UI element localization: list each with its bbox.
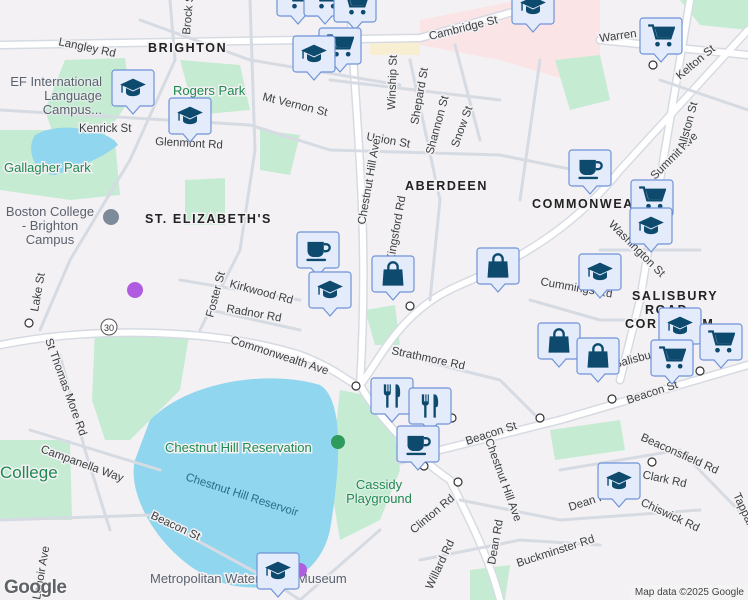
map-label: College — [0, 463, 58, 482]
label-salisbury: SALISBURY — [632, 289, 718, 303]
map-label: Kenrick St — [79, 123, 132, 135]
map-label: Chestnut Hill Reservation — [165, 440, 312, 455]
map-label: Tappan St — [730, 491, 748, 544]
shopping-cart-marker — [639, 17, 683, 63]
shopping-cart-marker — [333, 0, 377, 31]
map-label: Mt Vernon St — [261, 91, 329, 119]
graduation-cap-marker — [168, 97, 212, 143]
map-label: Commonwealth Ave — [229, 334, 330, 377]
map-label: Gallagher Park — [4, 160, 91, 175]
map-label: Shannon St — [424, 94, 451, 156]
label-cassidy-playground: Cassidy Playground — [346, 477, 412, 506]
shopping-cart-marker — [650, 339, 694, 385]
shopping-bag-marker — [537, 322, 581, 368]
map-label: Clinton Rd — [408, 493, 457, 537]
shopping-bag-marker — [371, 255, 415, 301]
map-label: Winship St — [386, 54, 400, 110]
park-poi-icon — [331, 435, 345, 449]
map-label: Summit Ave — [649, 130, 701, 182]
map-label: Snow St — [450, 104, 476, 149]
shopping-bag-marker — [576, 337, 620, 383]
chestnut-hill-reservoir — [133, 378, 339, 588]
map-label: Radnor Rd — [225, 303, 282, 324]
map-label: Clark Rd — [641, 469, 687, 490]
map-label: Brock St — [181, 0, 197, 35]
map-label: Chestnut Hill Ave — [482, 437, 523, 523]
map-label: Lake St — [29, 271, 48, 312]
museum-poi-icon — [127, 282, 143, 298]
map-label: Strathmore Rd — [390, 345, 466, 372]
label-aberdeen: ABERDEEN — [405, 179, 488, 193]
map-label: Kingsford Rd — [385, 195, 408, 263]
school-poi-icon — [103, 209, 119, 225]
map-label: Foster St — [204, 270, 228, 319]
map-label: Willard Rd — [424, 538, 457, 591]
graduation-cap-marker — [256, 552, 300, 598]
map-label: 30 — [104, 323, 114, 333]
label-st-elizabeths: ST. ELIZABETH'S — [145, 212, 272, 226]
shopping-bag-marker — [476, 247, 520, 293]
poi-label-boston-college-brighton[interactable]: Boston College - Brighton Campus — [2, 205, 98, 247]
map-label: Buckminster Rd — [515, 533, 596, 569]
google-logo: Google — [4, 577, 67, 598]
map-label: Kirkwood Rd — [228, 278, 294, 306]
coffee-cup-marker — [296, 231, 340, 277]
map-label: Metropolitan Waterworks Museum — [150, 571, 347, 586]
map-canvas[interactable]: BRIGHTON ABERDEEN ST. ELIZABETH'S COMMON… — [0, 0, 748, 600]
label-brighton: BRIGHTON — [148, 41, 227, 55]
map-attribution[interactable]: Map data ©2025 Google — [630, 585, 748, 600]
shopping-cart-marker — [699, 323, 743, 369]
map-label: St Thomas More Rd — [42, 337, 88, 438]
restaurant-marker — [408, 387, 452, 433]
map-label: Chiswick Rd — [639, 497, 701, 535]
map-label: Rogers Park — [173, 83, 246, 98]
graduation-cap-marker — [308, 271, 352, 317]
poi-label-ef-international[interactable]: EF International Language Campus... — [0, 75, 102, 117]
